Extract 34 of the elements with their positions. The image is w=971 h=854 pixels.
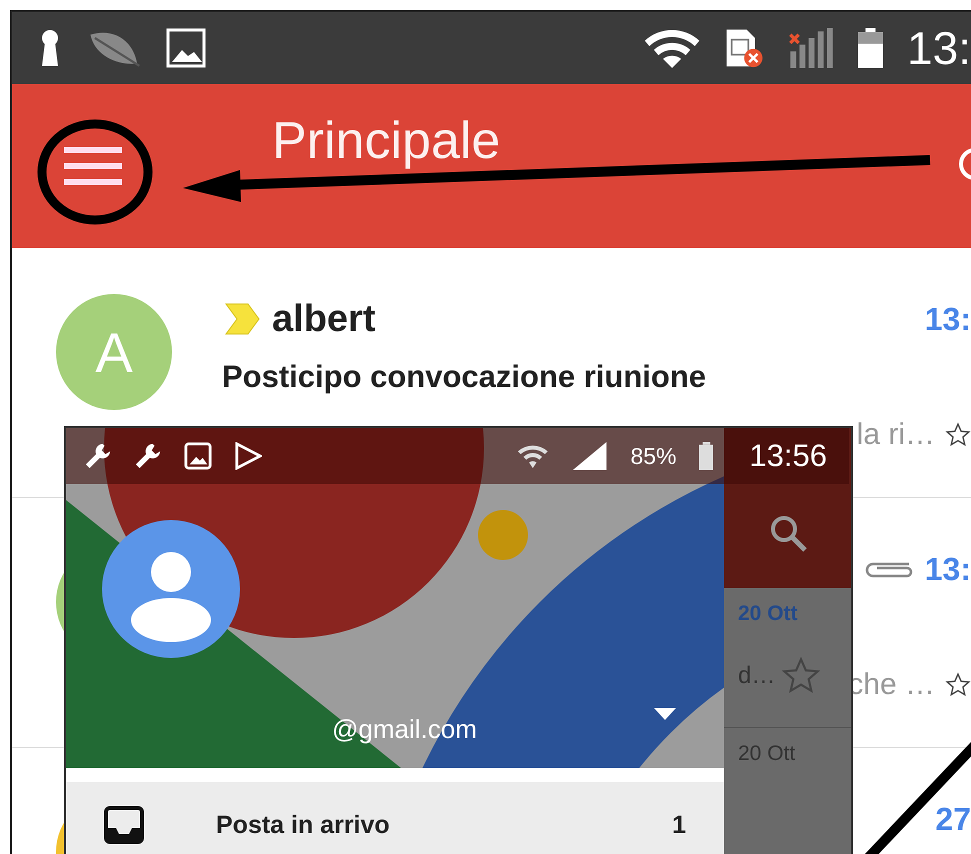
message-subject: Posticipo convocazione riunione <box>222 359 706 395</box>
message-snippet: d… <box>738 662 776 690</box>
unread-count: 1 <box>672 810 686 840</box>
status-time: 13:56 <box>749 438 827 474</box>
star-icon[interactable] <box>781 656 822 696</box>
image-icon <box>166 28 206 68</box>
avatar-icon[interactable] <box>102 520 240 658</box>
wifi-icon <box>642 28 702 68</box>
message-snippet: la ri… <box>856 418 935 452</box>
importance-marker-icon[interactable] <box>222 301 262 337</box>
folder-item[interactable]: Posta in arrivo 1 <box>66 782 724 854</box>
battery-icon <box>698 442 714 470</box>
battery-icon <box>858 28 884 68</box>
battery-percentage: 85% <box>630 442 676 470</box>
status-time: 13: <box>907 21 971 75</box>
image-icon <box>184 442 212 470</box>
star-icon[interactable] <box>945 422 971 448</box>
sim-error-icon <box>725 28 764 68</box>
play-store-icon <box>234 442 262 470</box>
screen-title: Principale <box>272 111 502 171</box>
message-time: 13: <box>924 550 971 588</box>
dropdown-caret-icon[interactable] <box>654 708 676 720</box>
message-time: 27 <box>935 800 971 838</box>
signal-icon <box>571 442 608 470</box>
message-time: 13: <box>924 300 971 338</box>
sender-name: albert <box>272 298 376 340</box>
signal-icon <box>787 28 834 68</box>
avatar: A <box>56 294 172 410</box>
inbox-icon <box>104 806 144 844</box>
star-icon[interactable] <box>945 672 971 698</box>
wrench-icon <box>134 442 162 470</box>
message-date: 20 Ott <box>738 602 798 626</box>
wrench-icon <box>84 442 112 470</box>
message-date: 20 Ott <box>738 742 796 766</box>
